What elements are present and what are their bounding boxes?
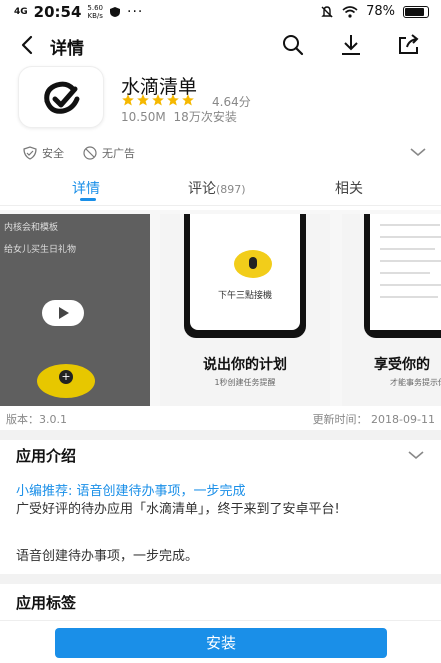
tab-related[interactable]: 相关 bbox=[335, 178, 363, 198]
phone-mockup-2 bbox=[364, 214, 441, 338]
phone-mockup: 下午三點接機 bbox=[184, 214, 306, 338]
signal-indicator: 4G bbox=[14, 6, 28, 17]
app-size: 10.50M bbox=[121, 110, 166, 124]
download-icon[interactable] bbox=[338, 32, 364, 58]
screenshot-2[interactable]: 下午三點接機 说出你的计划 1秒创建任务提醒 bbox=[160, 214, 330, 406]
shot1-text-line1: 内核会和模板 bbox=[4, 223, 59, 233]
security-badges: 安全 无广告 bbox=[22, 145, 135, 161]
chevron-down-icon[interactable] bbox=[409, 146, 427, 158]
version-label: 版本：3.0.1 bbox=[6, 413, 67, 426]
star-icon bbox=[167, 94, 179, 106]
microphone-icon bbox=[234, 250, 272, 278]
tags-heading: 应用标签 bbox=[16, 594, 77, 612]
star-icon bbox=[152, 94, 164, 106]
screenshot-3[interactable]: 享受你的 才能事务提示你 bbox=[342, 214, 441, 406]
net-speed: 5.60 KB/s bbox=[87, 4, 103, 20]
expand-chevron-icon[interactable] bbox=[407, 450, 425, 461]
section-divider bbox=[0, 574, 441, 584]
tab-details[interactable]: 详情 bbox=[72, 178, 100, 198]
section-divider bbox=[0, 430, 441, 440]
app-meta: 10.50M 18万次安装 bbox=[121, 108, 237, 125]
intro-heading: 应用介绍 bbox=[16, 447, 77, 465]
safe-label: 安全 bbox=[42, 147, 64, 160]
app-logo-icon bbox=[44, 81, 80, 114]
shield-icon bbox=[23, 146, 37, 160]
net-speed-unit: KB/s bbox=[87, 12, 103, 20]
intro-description-2: 语音创建待办事项，一步完成。 bbox=[16, 549, 199, 564]
star-icon bbox=[137, 94, 149, 106]
mute-icon bbox=[321, 5, 333, 17]
shot3-heading: 享受你的 bbox=[374, 357, 430, 373]
tab-details-label: 详情 bbox=[72, 181, 100, 197]
shot1-text-line2: 给女儿买生日礼物 bbox=[4, 245, 77, 255]
battery-percent: 78% bbox=[366, 4, 395, 19]
install-count: 18万次安装 bbox=[173, 110, 237, 124]
shot3-subtitle: 才能事务提示你 bbox=[390, 378, 441, 387]
screenshot-carousel[interactable]: 内核会和模板 给女儿买生日礼物 下午三點接機 说出你的计划 1秒创建任务提醒 bbox=[0, 210, 441, 406]
tab-reviews-label: 评论 bbox=[188, 181, 216, 197]
notification-icon bbox=[110, 7, 120, 17]
app-bar: 详情 bbox=[0, 27, 441, 63]
star-icon bbox=[122, 94, 134, 106]
page-title: 详情 bbox=[50, 39, 84, 59]
shot2-heading: 说出你的计划 bbox=[203, 357, 287, 373]
battery-icon bbox=[403, 5, 429, 18]
update-date: 更新时间： 2018-09-11 bbox=[312, 413, 435, 426]
version-row: 版本：3.0.1 更新时间： 2018-09-11 bbox=[0, 406, 441, 430]
tab-reviews[interactable]: 评论(897) bbox=[188, 178, 246, 198]
tab-reviews-count: (897) bbox=[216, 183, 246, 196]
editor-recommendation: 小编推荐: 语音创建待办事项，一步完成 bbox=[16, 484, 246, 499]
active-tab-indicator bbox=[80, 198, 96, 201]
no-ads-icon bbox=[83, 146, 97, 160]
wifi-icon bbox=[342, 5, 358, 18]
bottom-bar: 安装 bbox=[0, 620, 441, 663]
tab-related-label: 相关 bbox=[335, 181, 363, 197]
no-ads-label: 无广告 bbox=[102, 147, 135, 160]
star-icon bbox=[182, 94, 194, 106]
net-speed-value: 5.60 bbox=[87, 4, 103, 12]
shot2-caption: 下午三點接機 bbox=[217, 291, 272, 301]
shot2-subtitle: 1秒创建任务提醒 bbox=[214, 378, 276, 387]
tab-bar: 详情 评论(897) 相关 bbox=[0, 170, 441, 206]
safe-badge: 安全 bbox=[22, 145, 64, 161]
install-button[interactable]: 安装 bbox=[55, 628, 387, 658]
play-icon[interactable] bbox=[42, 300, 84, 326]
search-icon[interactable] bbox=[280, 32, 306, 58]
intro-description: 广受好评的待办应用「水滴清单」，终于来到了安卓平台! bbox=[16, 502, 340, 517]
back-arrow-icon[interactable] bbox=[16, 33, 40, 57]
status-time: 20:54 bbox=[33, 3, 82, 21]
screenshot-video[interactable]: 内核会和模板 给女儿买生日礼物 bbox=[0, 214, 150, 406]
status-bar: 4G 20:54 5.60 KB/s ··· 78% bbox=[0, 0, 441, 26]
add-fab-icon bbox=[37, 364, 95, 398]
no-ads-badge: 无广告 bbox=[82, 145, 135, 161]
star-rating bbox=[121, 93, 195, 107]
share-icon[interactable] bbox=[396, 32, 422, 58]
app-icon bbox=[18, 66, 104, 128]
more-notifications-icon: ··· bbox=[127, 4, 144, 20]
